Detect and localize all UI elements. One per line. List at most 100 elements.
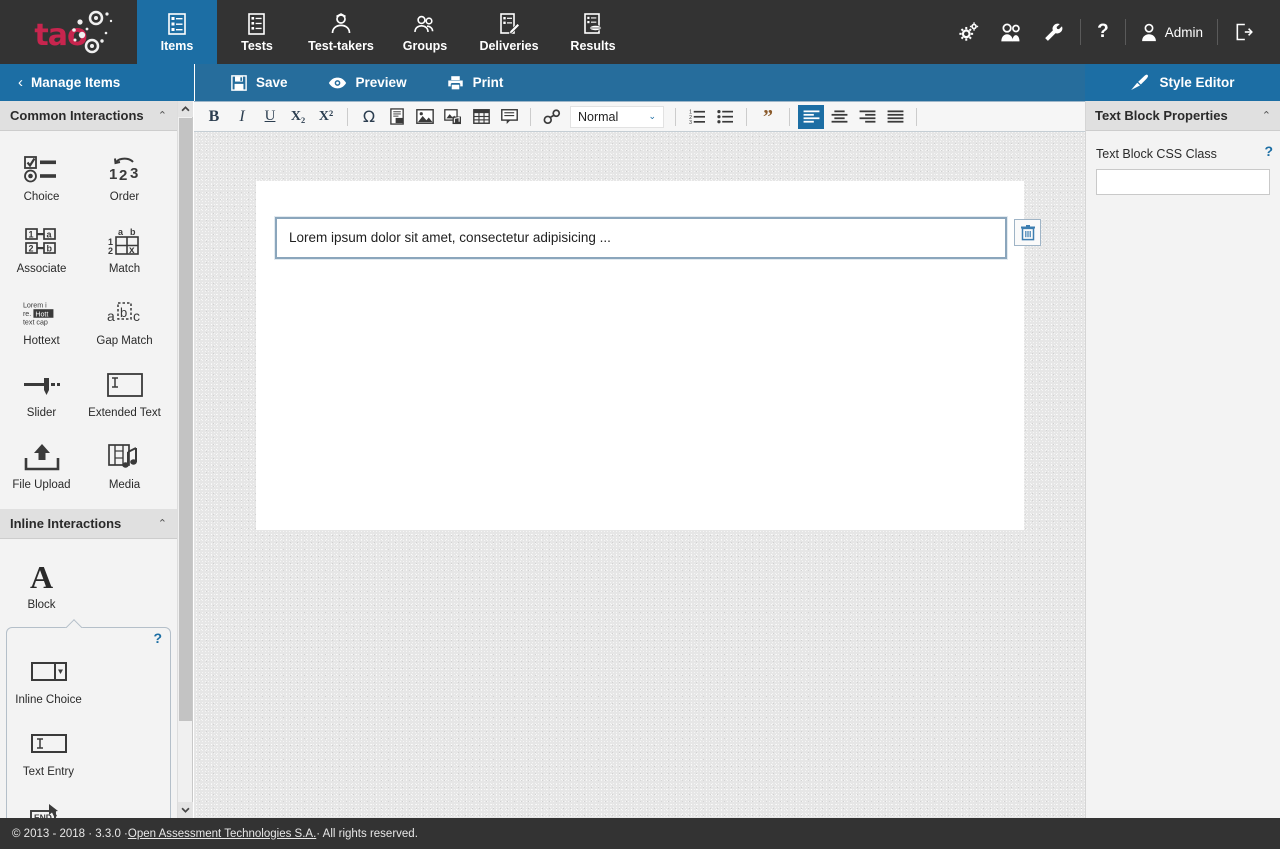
interaction-text-entry[interactable]: Text Entry bbox=[7, 716, 90, 788]
scrollbar-thumb[interactable] bbox=[179, 118, 192, 721]
svg-text:re.: re. bbox=[22, 310, 30, 318]
section-header-common-interactions[interactable]: Common Interactions ⌃ bbox=[0, 101, 177, 131]
text-block-row: Lorem ipsum dolor sit amet, consectetur … bbox=[275, 217, 1041, 259]
nav-item-items[interactable]: Items bbox=[137, 0, 217, 64]
interaction-inline-choice[interactable]: Inline Choice bbox=[7, 644, 90, 716]
interaction-match[interactable]: a b 1 2 x Match bbox=[83, 213, 166, 285]
interaction-associate[interactable]: 1 a 2 b Associate bbox=[0, 213, 83, 285]
italic-button[interactable]: I bbox=[229, 105, 255, 129]
unordered-list-button[interactable] bbox=[712, 105, 738, 129]
nav-item-test-takers[interactable]: Test-takers bbox=[297, 0, 385, 64]
save-disk-icon bbox=[231, 75, 247, 91]
text-entry-interaction-icon bbox=[29, 727, 69, 761]
copyright-text: © 2013 - 2018 · 3.3.0 · bbox=[12, 828, 128, 840]
style-editor-toggle[interactable]: Style Editor bbox=[1085, 64, 1280, 101]
special-character-button[interactable]: Ω bbox=[356, 105, 382, 129]
logout-icon bbox=[1234, 22, 1254, 42]
paragraph-format-select[interactable]: Normal ⌄ bbox=[570, 106, 664, 128]
align-justify-button[interactable] bbox=[882, 105, 908, 129]
preview-button[interactable]: Preview bbox=[308, 64, 427, 101]
item-page: Lorem ipsum dolor sit amet, consectetur … bbox=[256, 181, 1024, 530]
insert-image-button[interactable] bbox=[412, 105, 438, 129]
ordered-list-button[interactable]: 1 2 3 bbox=[684, 105, 710, 129]
ordered-list-icon: 1 2 3 bbox=[689, 109, 706, 124]
section-header-inline-interactions[interactable]: Inline Interactions ⌃ bbox=[0, 509, 177, 539]
delete-text-block-button[interactable] bbox=[1014, 219, 1041, 246]
nav-item-deliveries[interactable]: Deliveries bbox=[465, 0, 553, 64]
interaction-extended-text[interactable]: Extended Text bbox=[83, 357, 166, 429]
chevron-up-icon-inline: ⌃ bbox=[158, 517, 167, 530]
user-name-label: Admin bbox=[1165, 25, 1203, 40]
svg-text:c: c bbox=[133, 308, 140, 324]
toolbar-divider-2 bbox=[530, 108, 531, 126]
css-class-input[interactable] bbox=[1096, 169, 1270, 195]
eye-icon bbox=[328, 76, 347, 90]
insert-table-button[interactable] bbox=[468, 105, 494, 129]
align-left-button[interactable] bbox=[798, 105, 824, 129]
blockquote-button[interactable]: ” bbox=[755, 105, 781, 129]
user-menu-admin[interactable]: Admin bbox=[1132, 0, 1211, 64]
main-navigation: Items Tests bbox=[137, 0, 633, 64]
help-question-icon-popover[interactable]: ? bbox=[153, 630, 162, 646]
sidebar-scrollbar[interactable] bbox=[178, 101, 193, 818]
interaction-hottext[interactable]: Lorem i re. Hott text cap Hottext bbox=[0, 285, 83, 357]
insert-math-button[interactable] bbox=[384, 105, 410, 129]
print-button[interactable]: Print bbox=[427, 64, 524, 101]
interaction-media[interactable]: Media bbox=[83, 429, 166, 501]
underline-button[interactable]: U bbox=[257, 105, 283, 129]
logout-button[interactable] bbox=[1224, 0, 1264, 64]
media-interaction-icon bbox=[105, 440, 145, 474]
style-editor-label: Style Editor bbox=[1159, 75, 1234, 90]
nav-item-groups[interactable]: Groups bbox=[385, 0, 465, 64]
interaction-label-media: Media bbox=[109, 479, 140, 491]
header-divider-3 bbox=[1217, 19, 1218, 45]
bold-button[interactable]: B bbox=[201, 105, 227, 129]
text-block-editor[interactable]: Lorem ipsum dolor sit amet, consectetur … bbox=[275, 217, 1007, 259]
back-label: Manage Items bbox=[31, 75, 120, 90]
help-question-button[interactable]: ? bbox=[1087, 0, 1119, 64]
interaction-choice[interactable]: Choice bbox=[0, 141, 83, 213]
nav-item-results[interactable]: Results bbox=[553, 0, 633, 64]
interaction-slider[interactable]: Slider bbox=[0, 357, 83, 429]
align-center-button[interactable] bbox=[826, 105, 852, 129]
help-question-icon-properties[interactable]: ? bbox=[1264, 143, 1273, 159]
toolbar-divider-1 bbox=[347, 108, 348, 126]
insert-media-button[interactable] bbox=[440, 105, 466, 129]
insert-link-button[interactable] bbox=[539, 105, 565, 129]
interaction-end-attempt[interactable]: END End Attempt bbox=[7, 788, 90, 818]
unordered-list-icon bbox=[717, 109, 734, 124]
svg-text:b: b bbox=[120, 305, 127, 320]
order-interaction-icon: 1 2 3 bbox=[105, 152, 145, 186]
preview-label: Preview bbox=[356, 75, 407, 90]
scrollbar-down-button[interactable] bbox=[178, 802, 193, 818]
superscript-button[interactable]: X² bbox=[313, 105, 339, 129]
interaction-label-text-entry: Text Entry bbox=[23, 766, 74, 778]
items-icon bbox=[165, 12, 189, 36]
subscript-button[interactable]: X₂ bbox=[285, 105, 311, 129]
properties-title: Text Block Properties bbox=[1095, 108, 1262, 123]
nav-label-results: Results bbox=[570, 39, 615, 53]
align-right-button[interactable] bbox=[854, 105, 880, 129]
nav-item-tests[interactable]: Tests bbox=[217, 0, 297, 64]
back-to-manage-items-button[interactable]: ‹ Manage Items bbox=[0, 64, 194, 101]
wrench-button[interactable] bbox=[1033, 0, 1074, 64]
interaction-gap-match[interactable]: a b c Gap Match bbox=[83, 285, 166, 357]
insert-comment-button[interactable] bbox=[496, 105, 522, 129]
nav-label-deliveries: Deliveries bbox=[479, 39, 538, 53]
block-text-icon: A bbox=[22, 560, 62, 594]
interaction-file-upload[interactable]: File Upload bbox=[0, 429, 83, 501]
tao-logo[interactable]: tao bbox=[0, 0, 137, 64]
interaction-order[interactable]: 1 2 3 Order bbox=[83, 141, 166, 213]
company-link[interactable]: Open Assessment Technologies S.A. bbox=[128, 828, 316, 840]
save-button[interactable]: Save bbox=[211, 64, 308, 101]
text-block-properties-header[interactable]: Text Block Properties ⌃ bbox=[1086, 101, 1280, 131]
popover-grid: Inline Choice Text Entry bbox=[7, 636, 170, 818]
paintbrush-icon bbox=[1130, 74, 1149, 91]
svg-text:3: 3 bbox=[130, 165, 138, 182]
interaction-label-hottext: Hottext bbox=[23, 335, 59, 347]
settings-gears-button[interactable] bbox=[948, 0, 990, 64]
scrollbar-up-button[interactable] bbox=[178, 101, 193, 117]
chevron-up-icon-scroll bbox=[181, 106, 190, 112]
user-roles-button[interactable] bbox=[990, 0, 1033, 64]
interaction-block[interactable]: A Block bbox=[0, 549, 83, 621]
